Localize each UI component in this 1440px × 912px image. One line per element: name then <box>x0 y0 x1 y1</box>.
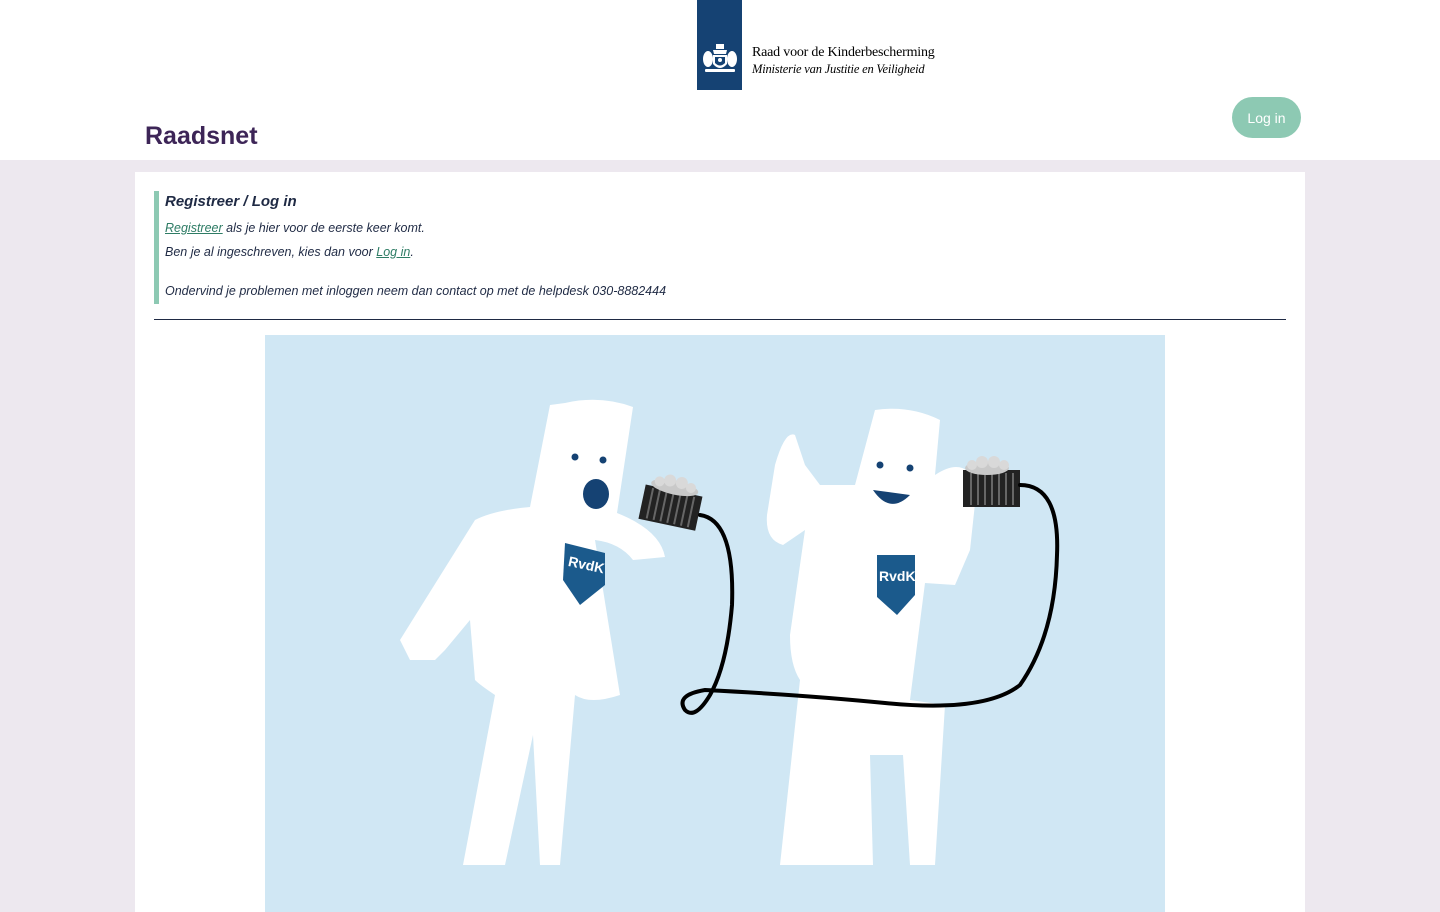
helpdesk-text: Ondervind je problemen met inloggen neem… <box>165 284 667 298</box>
right-can <box>963 456 1020 507</box>
register-link[interactable]: Registreer <box>165 221 223 235</box>
site-title[interactable]: Raadsnet <box>145 122 258 151</box>
logo-ministry: Ministerie van Justitie en Veiligheid <box>752 62 925 76</box>
logo-text: Raad voor de Kinderbescherming Ministeri… <box>752 45 935 77</box>
login-notice: Registreer / Log in Registreer als je hi… <box>154 191 1259 304</box>
coat-of-arms-icon <box>703 44 737 72</box>
left-can <box>638 474 703 531</box>
divider <box>154 319 1286 320</box>
rijksoverheid-logo[interactable]: Raad voor de Kinderbescherming Ministeri… <box>697 0 957 90</box>
left-figure <box>400 399 665 865</box>
right-figure <box>766 408 977 865</box>
login-line: Ben je al ingeschreven, kies dan voor Lo… <box>165 245 414 259</box>
register-line: Registreer als je hier voor de eerste ke… <box>165 221 425 235</box>
main-content: Registreer / Log in Registreer als je hi… <box>135 172 1305 912</box>
site-header: Raad voor de Kinderbescherming Ministeri… <box>0 0 1440 160</box>
login-link[interactable]: Log in <box>376 245 410 259</box>
login-button[interactable]: Log in <box>1232 97 1301 138</box>
right-badge-text: RvdK <box>879 568 916 584</box>
login-prefix: Ben je al ingeschreven, kies dan voor <box>165 245 377 259</box>
logo-emblem-bar <box>697 0 742 90</box>
tin-can-phone-illustration: RvdK RvdK <box>265 335 1165 912</box>
login-suffix: . <box>410 245 414 259</box>
register-text: als je hier voor de eerste keer komt. <box>222 221 425 235</box>
illustration-svg: RvdK RvdK <box>400 399 1060 865</box>
notice-title: Registreer / Log in <box>165 193 297 210</box>
logo-org-name: Raad voor de Kinderbescherming <box>752 45 935 60</box>
